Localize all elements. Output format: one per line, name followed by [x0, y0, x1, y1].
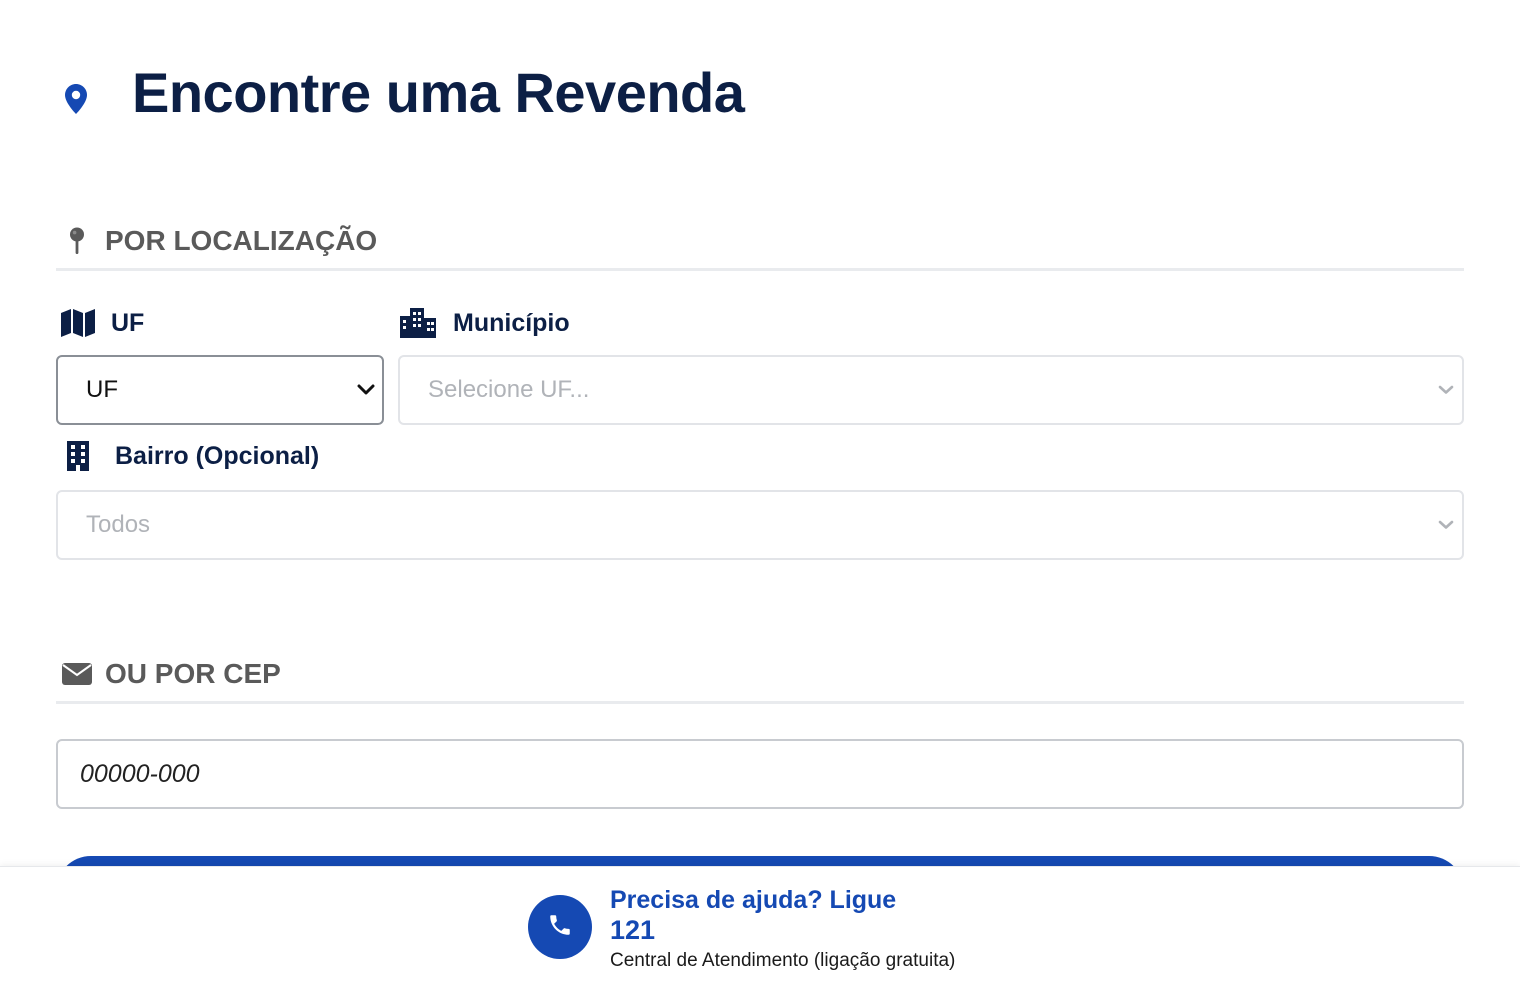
bairro-select-value: Todos — [86, 511, 151, 538]
bairro-select[interactable]: Todos — [56, 490, 1464, 560]
chevron-down-icon — [356, 383, 376, 397]
help-phone-number[interactable]: 121 — [610, 915, 955, 945]
page-header: Encontre uma Revenda — [60, 52, 745, 132]
help-bar: Precisa de ajuda? Ligue 121 Central de A… — [0, 866, 1520, 984]
bairro-label: Bairro (Opcional) — [60, 438, 319, 474]
cep-section-header: OU POR CEP — [56, 647, 1464, 704]
help-title: Precisa de ajuda? Ligue — [610, 886, 897, 914]
phone-call-button[interactable] — [528, 895, 592, 959]
uf-label-text: UF — [111, 308, 145, 337]
envelope-icon — [62, 659, 92, 689]
find-reseller-page: Encontre uma Revenda POR LOCALIZAÇÃO UF — [0, 0, 1520, 984]
municipio-select[interactable]: Selecione UF... — [398, 355, 1464, 425]
city-icon — [400, 307, 436, 339]
pin-icon — [62, 226, 92, 256]
help-texts: Precisa de ajuda? Ligue 121 Central de A… — [610, 885, 955, 975]
page-title: Encontre uma Revenda — [132, 60, 745, 124]
bairro-label-text: Bairro (Opcional) — [115, 441, 320, 470]
building-icon — [60, 440, 96, 472]
uf-select[interactable]: UF — [56, 355, 384, 425]
cep-input[interactable] — [56, 739, 1464, 809]
map-marker-icon — [60, 82, 92, 116]
uf-select-value: UF — [86, 376, 118, 403]
help-subtitle: Central de Atendimento (ligação gratuita… — [610, 950, 956, 971]
phone-icon — [547, 912, 573, 943]
cep-section-title: OU POR CEP — [105, 658, 281, 689]
uf-label: UF — [60, 305, 144, 341]
help-contact: Precisa de ajuda? Ligue 121 Central de A… — [528, 885, 955, 975]
municipio-label: Município — [400, 305, 570, 341]
location-section-header: POR LOCALIZAÇÃO — [56, 214, 1464, 271]
chevron-down-icon — [1436, 518, 1456, 532]
municipio-select-value: Selecione UF... — [428, 376, 590, 403]
chevron-down-icon — [1436, 383, 1456, 397]
map-icon — [60, 307, 96, 339]
location-section-title: POR LOCALIZAÇÃO — [105, 225, 378, 256]
municipio-label-text: Município — [453, 308, 570, 337]
